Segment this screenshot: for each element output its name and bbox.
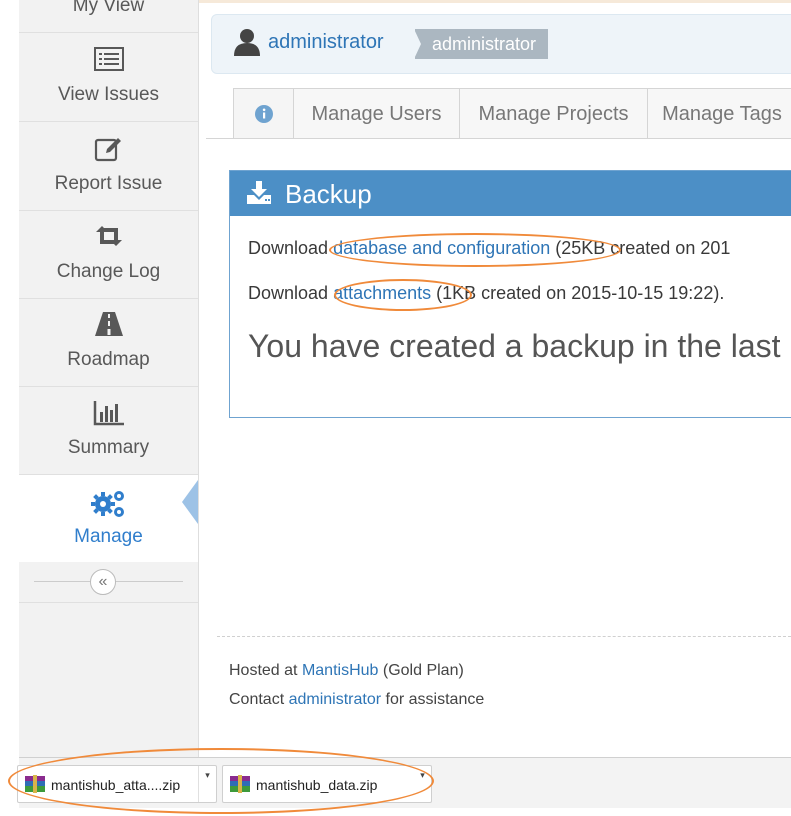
backup-widget: Backup Download database and configurati… — [229, 170, 791, 418]
download-item-data[interactable]: mantishub_data.zip ▾ — [222, 765, 432, 803]
backup-body: Download database and configuration (25K… — [248, 238, 791, 328]
breadcrumb: administrator administrator — [211, 14, 791, 74]
backup-header: Backup — [230, 171, 791, 216]
sidebar-item-label: View Issues — [57, 84, 160, 105]
left-margin — [0, 0, 19, 816]
info-icon — [254, 105, 273, 123]
footer-text: for assistance — [381, 691, 485, 708]
backup-row-attachments: Download attachments (1KB created on 201… — [248, 283, 791, 328]
sidebar-item-my-view[interactable]: My View — [19, 0, 198, 33]
mantishub-link[interactable]: MantisHub — [302, 662, 378, 679]
main-content: administrator administrator Manage Users… — [199, 0, 791, 757]
download-item-attachments[interactable]: mantishub_atta....zip ▾ — [17, 765, 217, 803]
user-icon — [234, 28, 260, 61]
sidebar-item-summary[interactable]: Summary — [19, 386, 198, 475]
sidebar-item-label: Change Log — [56, 261, 161, 282]
footer-text: (Gold Plan) — [378, 662, 464, 679]
footer-divider — [217, 636, 791, 637]
hosted-line: Hosted at MantisHub (Gold Plan) — [229, 656, 484, 685]
zip-archive-icon — [25, 775, 45, 796]
tab-manage-tags[interactable]: Manage Tags — [647, 88, 791, 138]
download-database-link[interactable]: database and configuration — [333, 238, 550, 258]
backup-title: Backup — [285, 179, 372, 209]
contact-admin-link[interactable]: administrator — [289, 691, 381, 708]
contact-line: Contact administrator for assistance — [229, 685, 484, 714]
footer: Hosted at MantisHub (Gold Plan) Contact … — [229, 656, 484, 714]
download-options-caret[interactable]: ▾ — [198, 766, 216, 802]
sidebar-item-label: Roadmap — [67, 349, 150, 370]
download-prefix: Download — [248, 238, 334, 258]
list-icon — [19, 47, 198, 73]
download-info: (25KB created on 201 — [550, 238, 731, 258]
sidebar-item-roadmap[interactable]: Roadmap — [19, 298, 198, 387]
download-file-name: mantishub_data.zip — [256, 777, 378, 793]
tab-manage-projects[interactable]: Manage Projects — [459, 88, 648, 138]
sidebar-item-label: Manage — [74, 526, 143, 547]
role-badge: administrator — [413, 29, 549, 59]
retweet-icon — [19, 224, 198, 250]
active-item-arrow — [182, 480, 198, 524]
tabs-underline — [206, 138, 791, 139]
download-icon — [246, 181, 272, 210]
sidebar: My View View Issues Report Issue Change … — [19, 0, 199, 757]
tab-info[interactable] — [233, 88, 294, 138]
gears-icon — [19, 489, 198, 517]
sidebar-item-manage[interactable]: Manage — [19, 475, 198, 564]
footer-text: Contact — [229, 691, 289, 708]
browser-download-bar: mantishub_atta....zip ▾ mantishub_data.z… — [17, 757, 791, 808]
breadcrumb-user-link[interactable]: administrator — [268, 31, 384, 54]
zip-archive-icon — [230, 775, 250, 796]
collapse-sidebar-button[interactable]: « — [90, 569, 116, 595]
sidebar-item-report-issue[interactable]: Report Issue — [19, 122, 198, 211]
sidebar-item-change-log[interactable]: Change Log — [19, 210, 198, 299]
sidebar-item-view-issues[interactable]: View Issues — [19, 33, 198, 122]
sidebar-collapse-bar: « — [19, 562, 198, 603]
backup-notice: You have created a backup in the last r — [248, 328, 791, 364]
download-prefix: Download — [248, 283, 334, 303]
download-file-name: mantishub_atta....zip — [51, 777, 181, 793]
backup-row-database: Download database and configuration (25K… — [248, 238, 791, 283]
edit-icon — [19, 136, 198, 162]
sidebar-item-label: My View — [72, 0, 145, 16]
road-icon — [19, 312, 198, 338]
top-rule — [199, 0, 791, 3]
download-options-caret[interactable]: ▾ — [414, 766, 431, 802]
sidebar-item-label: Report Issue — [54, 173, 163, 194]
sidebar-item-label: Summary — [67, 437, 150, 458]
tab-manage-users[interactable]: Manage Users — [293, 88, 460, 138]
download-info: (1KB created on 2015-10-15 19:22). — [431, 283, 725, 303]
download-attachments-link[interactable]: attachments — [333, 283, 431, 303]
bar-chart-icon — [19, 400, 198, 426]
footer-text: Hosted at — [229, 662, 302, 679]
